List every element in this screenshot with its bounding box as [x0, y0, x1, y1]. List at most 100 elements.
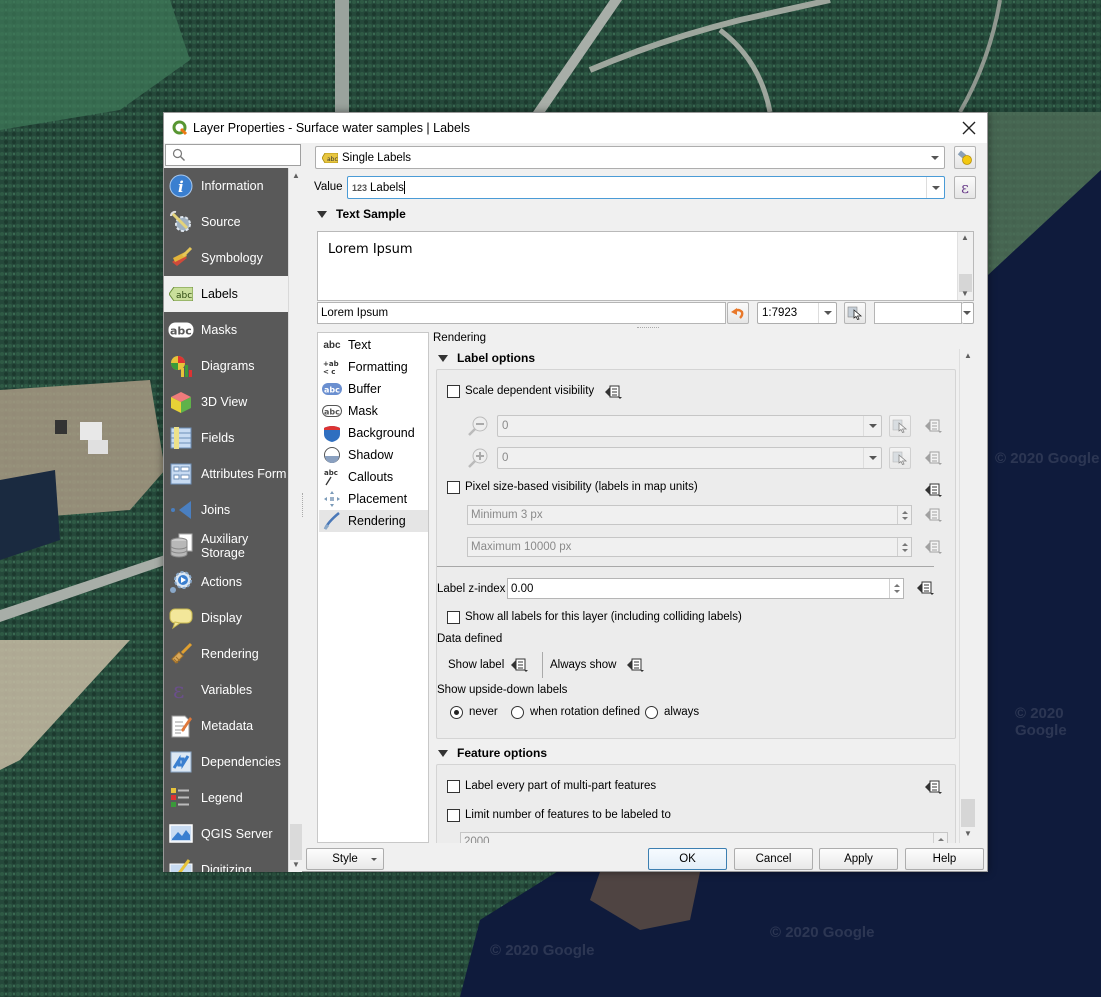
reset-sample-button[interactable]: [727, 302, 749, 324]
z-index-spinbox[interactable]: 0.00: [507, 578, 904, 599]
data-defined-override-icon[interactable]: [921, 482, 943, 498]
label-every-part-checkbox[interactable]: [447, 780, 460, 793]
sidebar-item-label: Symbology: [201, 251, 263, 265]
sample-text-input[interactable]: Lorem Ipsum: [317, 302, 726, 324]
pixel-size-visibility-checkbox[interactable]: [447, 481, 460, 494]
data-defined-override-icon[interactable]: [601, 384, 623, 400]
expression-builder-button[interactable]: ε: [954, 176, 976, 199]
sidebar-item-joins[interactable]: Joins: [164, 492, 288, 528]
maximum-pixel-size-spinbox[interactable]: Maximum 10000 px: [467, 537, 912, 557]
scroll-down-arrow[interactable]: ▼: [964, 829, 972, 838]
splitter-handle[interactable]: [637, 327, 659, 329]
scroll-down-arrow[interactable]: ▼: [961, 289, 969, 298]
scale-dependent-visibility-checkbox[interactable]: [447, 385, 460, 398]
tab-text[interactable]: abc Text: [319, 334, 428, 356]
show-all-labels-checkbox[interactable]: [447, 611, 460, 624]
sidebar-item-information[interactable]: i Information: [164, 168, 288, 204]
value-expression-input[interactable]: 123 Labels: [347, 176, 945, 199]
sidebar-item-symbology[interactable]: Symbology: [164, 240, 288, 276]
data-defined-override-icon[interactable]: [507, 657, 529, 673]
sidebar-item-qgis-server[interactable]: QGIS Server: [164, 816, 288, 852]
sidebar-item-digitizing[interactable]: Digitizing: [164, 852, 288, 872]
spin-arrows[interactable]: [889, 579, 903, 598]
sidebar-scrollbar[interactable]: ▲ ▼: [288, 168, 302, 872]
scroll-up-arrow[interactable]: ▲: [961, 233, 969, 242]
close-button[interactable]: [957, 116, 981, 140]
tab-mask[interactable]: abc Mask: [319, 400, 428, 422]
scroll-up-arrow[interactable]: ▲: [291, 171, 301, 181]
sidebar-item-metadata[interactable]: Metadata: [164, 708, 288, 744]
tab-label: Rendering: [348, 514, 406, 528]
tab-shadow[interactable]: Shadow: [319, 444, 428, 466]
minimum-pixel-size-spinbox[interactable]: Minimum 3 px: [467, 505, 912, 525]
options-scrollbar[interactable]: ▲ ▼: [959, 349, 975, 843]
limit-features-spinbox[interactable]: 2000: [460, 832, 948, 843]
auto-placement-settings-button[interactable]: [954, 146, 976, 169]
preview-scale-select[interactable]: 1:7923: [757, 302, 837, 324]
spin-arrows[interactable]: [897, 538, 911, 556]
tab-buffer[interactable]: abc Buffer: [319, 378, 428, 400]
maximum-scale-select[interactable]: 0: [497, 447, 882, 469]
limit-features-label: Limit number of features to be labeled t…: [465, 809, 671, 821]
tab-callouts[interactable]: abc Callouts: [319, 466, 428, 488]
style-menu-button[interactable]: Style: [306, 848, 384, 870]
scroll-up-arrow[interactable]: ▲: [964, 351, 972, 360]
limit-features-checkbox[interactable]: [447, 809, 460, 822]
spin-arrows[interactable]: [897, 506, 911, 524]
sidebar-item-fields[interactable]: Fields: [164, 420, 288, 456]
min-scale-from-canvas-button[interactable]: [889, 415, 911, 437]
sidebar-item-3d-view[interactable]: 3D View: [164, 384, 288, 420]
sidebar-item-legend[interactable]: Legend: [164, 780, 288, 816]
data-defined-override-icon[interactable]: [913, 580, 935, 596]
upside-down-label: Show upside-down labels: [437, 684, 568, 696]
label-options-header[interactable]: Label options: [438, 351, 535, 365]
tab-rendering[interactable]: Rendering: [319, 510, 428, 532]
sidebar-search-input[interactable]: [165, 144, 301, 166]
sidebar-item-dependencies[interactable]: Dependencies: [164, 744, 288, 780]
spin-arrows[interactable]: [933, 833, 947, 843]
sidebar-item-labels[interactable]: abc Labels: [164, 276, 288, 312]
sidebar-item-masks[interactable]: abc Masks: [164, 312, 288, 348]
title-bar[interactable]: Layer Properties - Surface water samples…: [164, 113, 987, 143]
help-button[interactable]: Help: [905, 848, 984, 870]
preview-background-color[interactable]: [874, 302, 962, 324]
feature-options-header[interactable]: Feature options: [438, 746, 547, 760]
scroll-thumb[interactable]: [290, 824, 302, 860]
data-defined-override-icon[interactable]: [623, 657, 645, 673]
set-scale-from-canvas-button[interactable]: [844, 302, 866, 324]
cancel-button[interactable]: Cancel: [734, 848, 813, 870]
metadata-icon: [168, 713, 194, 739]
tab-placement[interactable]: Placement: [319, 488, 428, 510]
map-watermark: © 2020 Google: [1015, 705, 1067, 739]
text-sample-header[interactable]: Text Sample: [317, 207, 406, 221]
minimum-scale-select[interactable]: 0: [497, 415, 882, 437]
upside-down-rotation-radio[interactable]: [511, 706, 524, 719]
sidebar-item-display[interactable]: Display: [164, 600, 288, 636]
sidebar-item-auxiliary-storage[interactable]: Auxiliary Storage: [164, 528, 288, 564]
upside-down-always-radio[interactable]: [645, 706, 658, 719]
sidebar-item-rendering[interactable]: Rendering: [164, 636, 288, 672]
sidebar-item-attributes-form[interactable]: Attributes Form: [164, 456, 288, 492]
ok-button[interactable]: OK: [648, 848, 727, 870]
sidebar-item-variables[interactable]: ε Variables: [164, 672, 288, 708]
scroll-thumb[interactable]: [961, 799, 975, 827]
tab-formatting[interactable]: +ab < c Formatting: [319, 356, 428, 378]
tab-background[interactable]: Background: [319, 422, 428, 444]
data-defined-override-icon[interactable]: [921, 779, 943, 795]
preview-scrollbar[interactable]: ▲ ▼: [957, 232, 973, 300]
data-defined-override-icon[interactable]: [921, 507, 943, 523]
apply-button[interactable]: Apply: [819, 848, 898, 870]
data-defined-override-icon[interactable]: [921, 418, 943, 434]
labeling-mode-select[interactable]: abc Single Labels: [315, 146, 945, 169]
upside-down-never-radio[interactable]: [450, 706, 463, 719]
background-color-dropdown[interactable]: [962, 302, 974, 324]
sidebar-item-actions[interactable]: Actions: [164, 564, 288, 600]
sidebar-item-label: Labels: [201, 287, 238, 301]
data-defined-override-icon[interactable]: [921, 539, 943, 555]
sidebar-splitter-handle[interactable]: [302, 493, 304, 517]
data-defined-override-icon[interactable]: [921, 450, 943, 466]
sidebar-item-source[interactable]: Source: [164, 204, 288, 240]
max-scale-from-canvas-button[interactable]: [889, 447, 911, 469]
scroll-down-arrow[interactable]: ▼: [291, 860, 301, 870]
sidebar-item-diagrams[interactable]: Diagrams: [164, 348, 288, 384]
